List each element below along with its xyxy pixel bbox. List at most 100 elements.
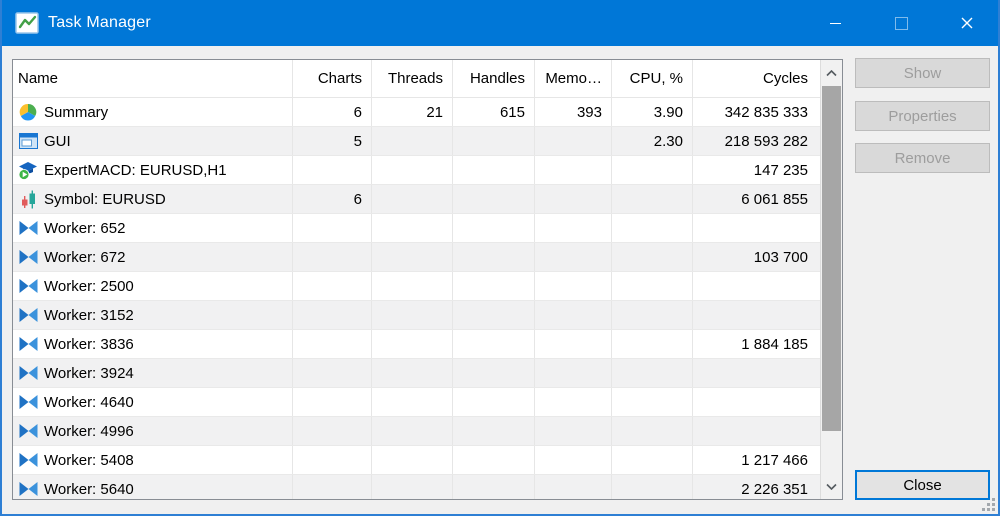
cycles-cell: 1 884 185 <box>693 330 820 358</box>
handles-cell: 615 <box>453 98 535 126</box>
threads-cell <box>372 272 453 300</box>
cpu-cell <box>612 214 693 242</box>
process-name-cell: Summary <box>13 98 293 126</box>
column-header-name[interactable]: Name <box>13 60 293 97</box>
column-header-handles[interactable]: Handles <box>453 60 535 97</box>
cpu-cell <box>612 359 693 387</box>
table-body: Summary6216153933.90342 835 333GUI52.302… <box>13 98 820 499</box>
process-name-cell: Worker: 3924 <box>13 359 293 387</box>
table-row[interactable]: Summary6216153933.90342 835 333 <box>13 98 820 127</box>
close-window-button[interactable] <box>934 0 1000 46</box>
column-header-cycles[interactable]: Cycles <box>693 60 820 97</box>
worker-icon <box>18 248 38 266</box>
charts-cell: 6 <box>293 98 372 126</box>
handles-cell <box>453 272 535 300</box>
charts-cell <box>293 243 372 271</box>
process-name: Summary <box>44 104 108 121</box>
maximize-button[interactable] <box>868 0 934 46</box>
table-row[interactable]: ExpertMACD: EURUSD,H1147 235 <box>13 156 820 185</box>
handles-cell <box>453 475 535 499</box>
threads-cell: 21 <box>372 98 453 126</box>
charts-cell <box>293 214 372 242</box>
minimize-icon <box>830 23 841 24</box>
remove-button[interactable]: Remove <box>855 143 990 173</box>
memory-cell <box>535 214 612 242</box>
scrollbar-thumb[interactable] <box>822 86 841 431</box>
scroll-down-button[interactable] <box>821 473 842 499</box>
table-header: NameChartsThreadsHandlesMemo…CPU, %Cycle… <box>13 60 820 98</box>
charts-cell: 5 <box>293 127 372 155</box>
column-header-memory[interactable]: Memo… <box>535 60 612 97</box>
memory-cell <box>535 446 612 474</box>
cycles-cell <box>693 301 820 329</box>
table-row[interactable]: Worker: 3152 <box>13 301 820 330</box>
cpu-cell <box>612 475 693 499</box>
cpu-cell <box>612 417 693 445</box>
table-row[interactable]: Symbol: EURUSD66 061 855 <box>13 185 820 214</box>
worker-icon <box>18 451 38 469</box>
column-header-charts[interactable]: Charts <box>293 60 372 97</box>
process-name: Worker: 5408 <box>44 452 134 469</box>
column-header-threads[interactable]: Threads <box>372 60 453 97</box>
table-row[interactable]: Worker: 2500 <box>13 272 820 301</box>
charts-cell <box>293 330 372 358</box>
process-name: Worker: 3836 <box>44 336 134 353</box>
charts-cell <box>293 359 372 387</box>
titlebar: Task Manager <box>0 0 1000 46</box>
properties-button[interactable]: Properties <box>855 101 990 131</box>
chevron-up-icon <box>826 70 837 77</box>
cpu-cell <box>612 185 693 213</box>
process-name: Worker: 672 <box>44 249 125 266</box>
threads-cell <box>372 156 453 184</box>
show-button[interactable]: Show <box>855 58 990 88</box>
process-name-cell: Worker: 3152 <box>13 301 293 329</box>
handles-cell <box>453 388 535 416</box>
memory-cell <box>535 388 612 416</box>
process-table: NameChartsThreadsHandlesMemo…CPU, %Cycle… <box>13 60 820 499</box>
worker-icon <box>18 306 38 324</box>
handles-cell <box>453 417 535 445</box>
threads-cell <box>372 359 453 387</box>
vertical-scrollbar[interactable] <box>820 60 842 499</box>
process-name-cell: Symbol: EURUSD <box>13 185 293 213</box>
table-row[interactable]: Worker: 56402 226 351 <box>13 475 820 499</box>
table-row[interactable]: Worker: 4996 <box>13 417 820 446</box>
cycles-cell: 218 593 282 <box>693 127 820 155</box>
maximize-icon <box>895 17 908 30</box>
cpu-cell <box>612 301 693 329</box>
table-row[interactable]: Worker: 3924 <box>13 359 820 388</box>
charts-cell: 6 <box>293 185 372 213</box>
cycles-cell <box>693 388 820 416</box>
handles-cell <box>453 359 535 387</box>
close-icon <box>960 16 974 30</box>
handles-cell <box>453 156 535 184</box>
scroll-up-button[interactable] <box>821 60 842 86</box>
process-name-cell: Worker: 2500 <box>13 272 293 300</box>
close-button[interactable]: Close <box>855 470 990 500</box>
handles-cell <box>453 127 535 155</box>
process-name: Worker: 652 <box>44 220 125 237</box>
worker-icon <box>18 422 38 440</box>
table-row[interactable]: Worker: 652 <box>13 214 820 243</box>
cpu-cell: 3.90 <box>612 98 693 126</box>
threads-cell <box>372 417 453 445</box>
expert-icon <box>18 161 38 179</box>
minimize-button[interactable] <box>802 0 868 46</box>
threads-cell <box>372 330 453 358</box>
table-row[interactable]: Worker: 3836 1 884 185 <box>13 330 820 359</box>
resize-grip[interactable] <box>982 498 995 511</box>
table-row[interactable]: GUI52.30218 593 282 <box>13 127 820 156</box>
memory-cell <box>535 475 612 499</box>
process-name: Worker: 5640 <box>44 481 134 498</box>
table-row[interactable]: Worker: 4640 <box>13 388 820 417</box>
threads-cell <box>372 388 453 416</box>
worker-icon <box>18 335 38 353</box>
symbol-icon <box>18 190 38 208</box>
process-name-cell: Worker: 4640 <box>13 388 293 416</box>
process-table-panel: NameChartsThreadsHandlesMemo…CPU, %Cycle… <box>12 59 843 500</box>
handles-cell <box>453 446 535 474</box>
column-header-cpu[interactable]: CPU, % <box>612 60 693 97</box>
table-row[interactable]: Worker: 54081 217 466 <box>13 446 820 475</box>
worker-icon <box>18 393 38 411</box>
table-row[interactable]: Worker: 672103 700 <box>13 243 820 272</box>
